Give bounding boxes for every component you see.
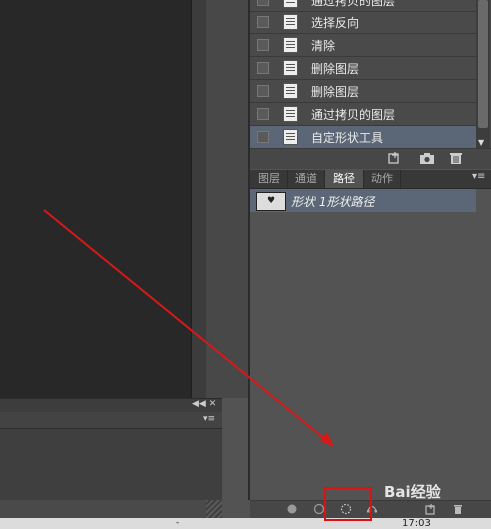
history-item-label: 通过拷贝的图层 <box>311 107 396 122</box>
snapshot-checkbox[interactable] <box>257 0 269 6</box>
watermark: Bai经验 <box>384 483 441 501</box>
tab-layers[interactable]: 图层 <box>251 170 288 188</box>
history-item-label: 删除图层 <box>311 61 360 76</box>
document-canvas[interactable] <box>0 0 192 398</box>
scroll-down-arrow-icon[interactable]: ▼ <box>478 138 484 147</box>
history-scroll-thumb[interactable] <box>478 0 488 128</box>
annotation-highlight-box <box>324 487 372 521</box>
new-snapshot-icon[interactable] <box>387 151 403 165</box>
delete-path-icon[interactable] <box>452 503 464 515</box>
resize-grip[interactable] <box>206 500 222 518</box>
history-item-label: 选择反向 <box>311 15 360 30</box>
path-thumbnail: ♥ <box>256 192 286 211</box>
snapshot-checkbox[interactable] <box>257 16 269 28</box>
bottom-panel-header <box>0 398 222 413</box>
snapshot-checkbox[interactable] <box>257 85 269 97</box>
taskbar-mark: - <box>176 518 180 528</box>
tab-paths[interactable]: 路径 <box>325 170 364 188</box>
history-item-selected[interactable]: 自定形状工具 <box>250 126 476 149</box>
history-item-label: 删除图层 <box>311 84 360 99</box>
history-item[interactable]: 删除图层 <box>250 80 476 103</box>
history-item-label: 通过拷贝的图层 <box>311 0 396 8</box>
snapshot-checkbox[interactable] <box>257 39 269 51</box>
history-item[interactable]: 通过拷贝的图层 <box>250 103 476 126</box>
tab-channels[interactable]: 通道 <box>288 170 325 188</box>
tab-actions[interactable]: 动作 <box>364 170 401 188</box>
fill-path-icon[interactable] <box>286 503 298 515</box>
trash-icon[interactable] <box>448 151 464 165</box>
history-item-label: 自定形状工具 <box>311 130 384 145</box>
document-icon <box>283 106 298 122</box>
bottom-panel-body <box>0 429 222 500</box>
snapshot-checkbox[interactable] <box>257 108 269 120</box>
snapshot-checkbox[interactable] <box>257 131 269 143</box>
history-item[interactable]: 删除图层 <box>250 57 476 80</box>
bottom-panel-toolbar <box>0 412 222 429</box>
history-panel: 通过拷贝的图层 选择反向 清除 删除图层 删除图层 通过拷贝的图层 自定形状工具 <box>250 0 491 168</box>
history-item[interactable]: 选择反向 <box>250 11 476 34</box>
path-item-label: 形状 1形状路径 <box>291 195 375 209</box>
document-icon <box>283 37 298 53</box>
document-icon <box>283 0 298 8</box>
bottom-panel-footer <box>0 500 222 518</box>
history-item[interactable]: 清除 <box>250 34 476 57</box>
panel-menu-icon[interactable]: ▾≡ <box>203 414 215 424</box>
document-icon <box>283 129 298 145</box>
history-item-label: 清除 <box>311 38 336 53</box>
panel-menu-icon[interactable]: ▾≡ <box>472 171 485 182</box>
document-icon <box>283 83 298 99</box>
camera-icon[interactable] <box>419 151 435 165</box>
document-icon <box>283 14 298 30</box>
paths-list-area <box>250 213 491 499</box>
new-path-icon[interactable] <box>424 503 436 515</box>
dock-column <box>206 0 249 398</box>
taskbar-clock: 17:03 <box>402 518 431 529</box>
collapse-panel-icon[interactable]: ◀◀ ✕ <box>192 399 216 409</box>
document-icon <box>283 60 298 76</box>
canvas-scroll-strip <box>192 0 206 398</box>
snapshot-checkbox[interactable] <box>257 62 269 74</box>
